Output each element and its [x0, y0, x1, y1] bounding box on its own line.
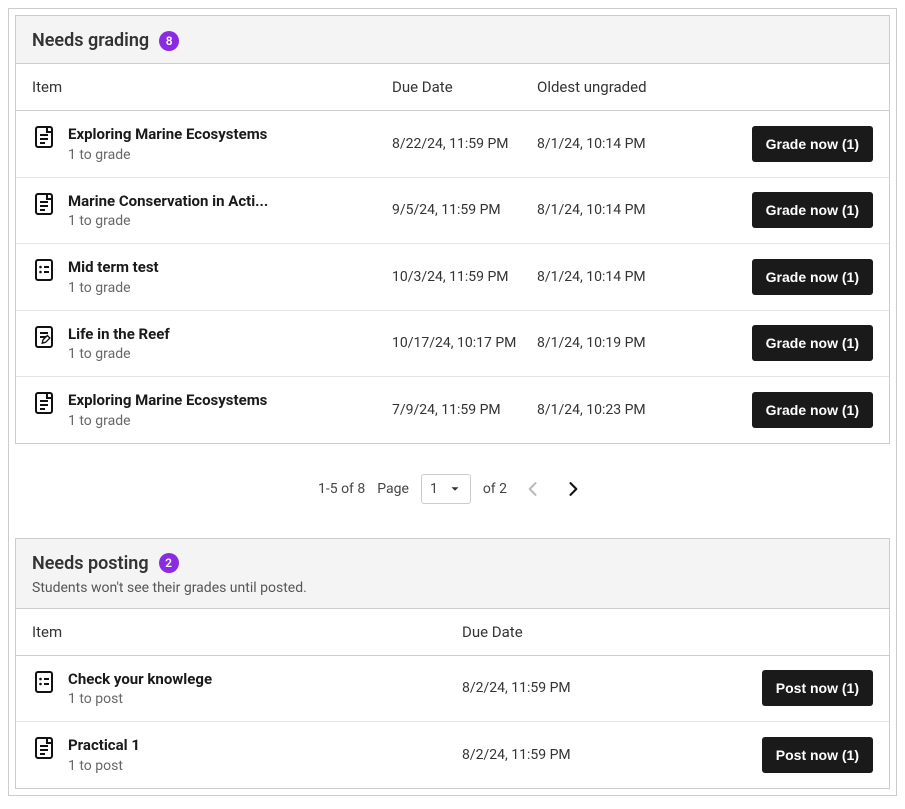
item-cell: Marine Conservation in Acti... 1 to grad… [32, 192, 392, 230]
grade-now-button[interactable]: Grade now (1) [752, 325, 873, 361]
prev-page-button[interactable] [519, 475, 547, 503]
needs-grading-panel: Needs grading 8 Item Due Date Oldest ung… [15, 15, 890, 444]
item-subtext: 1 to post [68, 758, 140, 774]
due-date: 7/9/24, 11:59 PM [392, 402, 537, 418]
item-title[interactable]: Mid term test [68, 258, 159, 278]
oldest-ungraded: 8/1/24, 10:14 PM [537, 269, 752, 285]
item-subtext: 1 to grade [68, 280, 159, 296]
post-now-button[interactable]: Post now (1) [762, 737, 873, 773]
item-cell: Mid term test 1 to grade [32, 258, 392, 296]
item-title[interactable]: Practical 1 [68, 736, 140, 756]
panel-header: Needs posting 2 Students won't see their… [16, 539, 889, 609]
post-now-button[interactable]: Post now (1) [762, 670, 873, 706]
table-row: Marine Conservation in Acti... 1 to grad… [16, 178, 889, 245]
due-date: 10/17/24, 10:17 PM [392, 335, 537, 351]
needs-posting-panel: Needs posting 2 Students won't see their… [15, 538, 890, 789]
panel-title: Needs posting [32, 553, 149, 574]
pagination: 1-5 of 8 Page 1 of 2 [9, 450, 896, 532]
grading-rows: Exploring Marine Ecosystems 1 to grade 8… [16, 111, 889, 443]
due-date: 9/5/24, 11:59 PM [392, 202, 537, 218]
table-row: Life in the Reef 1 to grade 10/17/24, 10… [16, 311, 889, 378]
pagination-of: of 2 [483, 481, 507, 497]
item-cell: Exploring Marine Ecosystems 1 to grade [32, 391, 392, 429]
table-row: Check your knowlege 1 to post 8/2/24, 11… [16, 656, 889, 723]
column-headers: Item Due Date Oldest ungraded [16, 64, 889, 111]
item-title[interactable]: Marine Conservation in Acti... [68, 192, 268, 212]
oldest-ungraded: 8/1/24, 10:23 PM [537, 402, 752, 418]
chevron-left-icon [523, 479, 543, 499]
doc-icon [32, 192, 56, 216]
next-page-button[interactable] [559, 475, 587, 503]
panel-title: Needs grading [32, 30, 149, 51]
posting-rows: Check your knowlege 1 to post 8/2/24, 11… [16, 656, 889, 788]
table-row: Mid term test 1 to grade 10/3/24, 11:59 … [16, 244, 889, 311]
oldest-ungraded: 8/1/24, 10:19 PM [537, 335, 752, 351]
due-date: 8/2/24, 11:59 PM [462, 747, 762, 763]
item-subtext: 1 to grade [68, 213, 268, 229]
table-row: Exploring Marine Ecosystems 1 to grade 7… [16, 377, 889, 443]
chevron-right-icon [563, 479, 583, 499]
pagination-page-label: Page [377, 481, 409, 497]
item-title[interactable]: Check your knowlege [68, 670, 212, 690]
item-subtext: 1 to grade [68, 346, 170, 362]
item-cell: Practical 1 1 to post [32, 736, 462, 774]
item-cell: Check your knowlege 1 to post [32, 670, 462, 708]
due-date: 8/2/24, 11:59 PM [462, 680, 762, 696]
column-headers: Item Due Date [16, 609, 889, 656]
col-item: Item [32, 623, 462, 641]
panel-subtitle: Students won't see their grades until po… [32, 580, 873, 596]
item-title[interactable]: Exploring Marine Ecosystems [68, 391, 267, 411]
item-subtext: 1 to post [68, 691, 212, 707]
test-icon [32, 258, 56, 282]
page-select[interactable]: 1 [421, 474, 471, 504]
grade-now-button[interactable]: Grade now (1) [752, 259, 873, 295]
count-badge: 2 [159, 553, 179, 573]
doc-icon [32, 736, 56, 760]
item-cell: Exploring Marine Ecosystems 1 to grade [32, 125, 392, 163]
oldest-ungraded: 8/1/24, 10:14 PM [537, 136, 752, 152]
pagination-range: 1-5 of 8 [318, 481, 365, 497]
doc-icon [32, 125, 56, 149]
item-subtext: 1 to grade [68, 413, 267, 429]
item-subtext: 1 to grade [68, 147, 267, 163]
item-title[interactable]: Life in the Reef [68, 325, 170, 345]
item-cell: Life in the Reef 1 to grade [32, 325, 392, 363]
table-row: Exploring Marine Ecosystems 1 to grade 8… [16, 111, 889, 178]
grade-now-button[interactable]: Grade now (1) [752, 126, 873, 162]
doc-icon [32, 391, 56, 415]
due-date: 8/22/24, 11:59 PM [392, 136, 537, 152]
grade-now-button[interactable]: Grade now (1) [752, 192, 873, 228]
grade-now-button[interactable]: Grade now (1) [752, 392, 873, 428]
table-row: Practical 1 1 to post 8/2/24, 11:59 PM P… [16, 722, 889, 788]
page-container: Needs grading 8 Item Due Date Oldest ung… [8, 8, 897, 796]
col-item: Item [32, 78, 392, 96]
due-date: 10/3/24, 11:59 PM [392, 269, 537, 285]
col-due-date: Due Date [462, 623, 873, 641]
item-title[interactable]: Exploring Marine Ecosystems [68, 125, 267, 145]
test-icon [32, 670, 56, 694]
page-value: 1 [430, 481, 438, 497]
panel-header: Needs grading 8 [16, 16, 889, 64]
docpen-icon [32, 325, 56, 349]
count-badge: 8 [159, 31, 179, 51]
oldest-ungraded: 8/1/24, 10:14 PM [537, 202, 752, 218]
col-due-date: Due Date [392, 78, 537, 96]
col-oldest-ungraded: Oldest ungraded [537, 78, 873, 96]
caret-down-icon [448, 482, 462, 496]
